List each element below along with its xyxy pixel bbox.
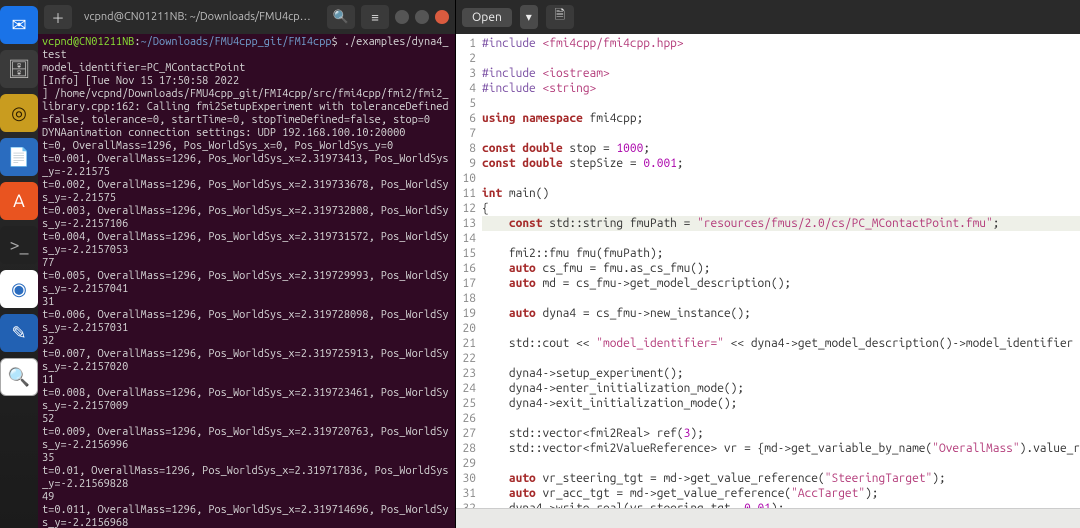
code-line[interactable]: using namespace fmi4cpp; (482, 111, 1080, 126)
code-line[interactable]: auto md = cs_fmu->get_model_description(… (482, 276, 1080, 291)
code-line[interactable] (482, 96, 1080, 111)
code-line[interactable]: const double stepSize = 0.001; (482, 156, 1080, 171)
terminal-output[interactable]: vcpnd@CN01211NB:~/Downloads/FMU4cpp_git/… (38, 34, 455, 528)
code-line[interactable]: dyna4->exit_initialization_mode(); (482, 396, 1080, 411)
code-line[interactable]: fmi2::fmu fmu(fmuPath); (482, 246, 1080, 261)
code-line[interactable] (482, 351, 1080, 366)
code-line[interactable] (482, 126, 1080, 141)
code-line[interactable]: const std::string fmuPath = "resources/f… (482, 216, 1080, 231)
editor-statusbar: C++ ▾ Tab Width: 8 ▾ (456, 508, 1080, 528)
code-line[interactable]: std::cout << "model_identifier=" << dyna… (482, 336, 1080, 351)
code-line[interactable]: dyna4->enter_initialization_mode(); (482, 381, 1080, 396)
code-area[interactable]: #include <fmi4cpp/fmi4cpp.hpp> #include … (480, 34, 1080, 508)
code-line[interactable]: auto dyna4 = cs_fmu->new_instance(); (482, 306, 1080, 321)
thunderbird-icon[interactable]: ✉ (0, 6, 38, 44)
libreoffice-writer-icon[interactable]: 📄 (0, 138, 38, 176)
terminal-window: ＋ vcpnd@CN01211NB: ~/Downloads/FMU4cpp_g… (38, 0, 456, 528)
code-line[interactable] (482, 51, 1080, 66)
editor-title: dyna4_test.cpp (582, 5, 1080, 18)
minimize-button[interactable] (395, 10, 409, 24)
line-number-gutter: 1234567891011121314151617181920212223242… (456, 34, 480, 508)
open-dropdown-icon[interactable]: ▾ (520, 5, 538, 29)
text-editor-icon[interactable]: ✎ (0, 314, 38, 352)
code-line[interactable] (482, 231, 1080, 246)
code-line[interactable]: auto vr_steering_tgt = md->get_value_ref… (482, 471, 1080, 486)
code-editor[interactable]: 1234567891011121314151617181920212223242… (456, 34, 1080, 508)
menu-icon[interactable]: ≡ (361, 5, 389, 29)
new-document-button[interactable]: 🗎 (546, 5, 574, 29)
editor-subtitle: ~/Downloads/FMU4cpp_git/FMI4cpp/examples (582, 18, 1080, 29)
code-line[interactable]: #include <string> (482, 81, 1080, 96)
network-icon[interactable]: ◉ (0, 270, 38, 308)
rhythmbox-icon[interactable]: ◎ (0, 94, 38, 132)
files-icon[interactable]: 🗄 (0, 50, 38, 88)
magnifier-icon[interactable]: 🔍 (0, 358, 38, 396)
editor-window: Open ▾ 🗎 dyna4_test.cpp ~/Downloads/FMU4… (456, 0, 1080, 528)
terminal-icon[interactable]: >_ (0, 226, 38, 264)
code-line[interactable] (482, 291, 1080, 306)
code-line[interactable]: auto cs_fmu = fmu.as_cs_fmu(); (482, 261, 1080, 276)
dock: ✉ 🗄 ◎ 📄 A >_ ◉ ✎ 🔍 (0, 0, 38, 528)
terminal-title: vcpnd@CN01211NB: ~/Downloads/FMU4cpp_git… (80, 11, 319, 23)
search-icon[interactable]: 🔍 (327, 5, 355, 29)
code-line[interactable]: #include <fmi4cpp/fmi4cpp.hpp> (482, 36, 1080, 51)
code-line[interactable]: dyna4->setup_experiment(); (482, 366, 1080, 381)
code-line[interactable]: { (482, 201, 1080, 216)
editor-titlebar: Open ▾ 🗎 dyna4_test.cpp ~/Downloads/FMU4… (456, 0, 1080, 34)
code-line[interactable]: auto vr_acc_tgt = md->get_value_referenc… (482, 486, 1080, 501)
code-line[interactable]: const double stop = 1000; (482, 141, 1080, 156)
new-tab-button[interactable]: ＋ (44, 5, 72, 29)
code-line[interactable]: std::vector<fmi2Real> ref(3); (482, 426, 1080, 441)
close-button[interactable] (435, 10, 449, 24)
code-line[interactable] (482, 411, 1080, 426)
code-line[interactable] (482, 321, 1080, 336)
code-line[interactable]: std::vector<fmi2ValueReference> vr = {md… (482, 441, 1080, 456)
ubuntu-software-icon[interactable]: A (0, 182, 38, 220)
terminal-titlebar: ＋ vcpnd@CN01211NB: ~/Downloads/FMU4cpp_g… (38, 0, 455, 34)
code-line[interactable]: #include <iostream> (482, 66, 1080, 81)
open-button-label: Open (472, 11, 502, 24)
code-line[interactable] (482, 171, 1080, 186)
maximize-button[interactable] (415, 10, 429, 24)
open-button[interactable]: Open (462, 8, 512, 27)
code-line[interactable]: dyna4->write_real(vr_steering_tgt, 0.01)… (482, 501, 1080, 508)
code-line[interactable] (482, 456, 1080, 471)
code-line[interactable]: int main() (482, 186, 1080, 201)
